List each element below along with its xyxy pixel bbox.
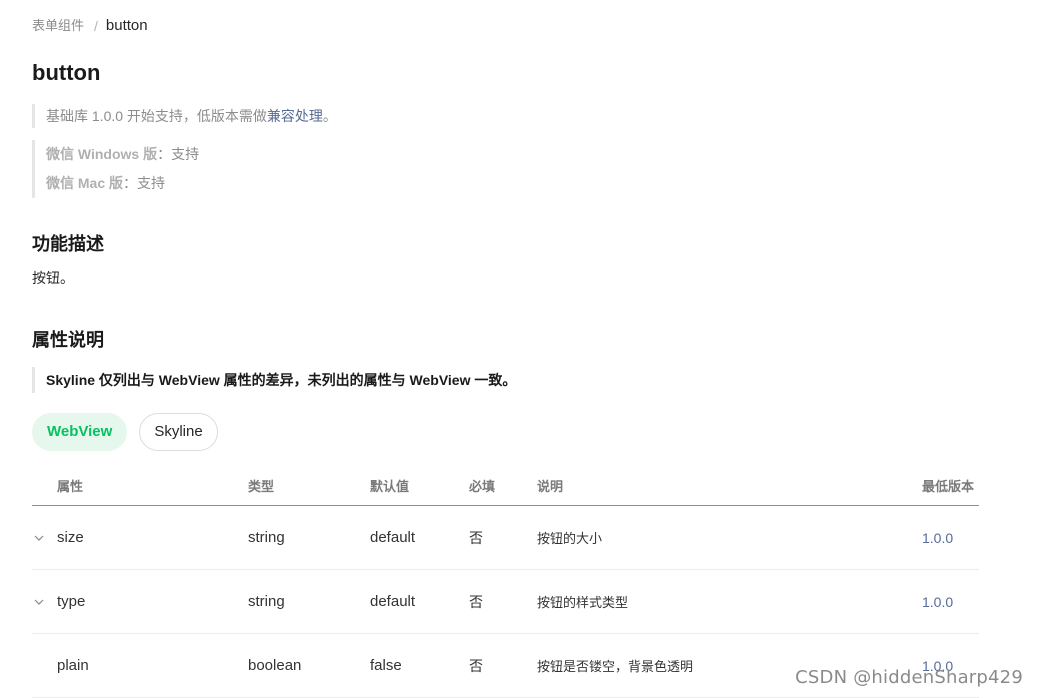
attr-default: default	[370, 593, 416, 610]
platform-support-note: 微信 Windows 版：支持 微信 Mac 版：支持	[32, 140, 199, 198]
table-row[interactable]: type string default 否 按钮的样式类型 1.0.0	[32, 570, 979, 634]
windows-support-label: 微信 Windows 版	[46, 146, 158, 162]
attr-type: string	[248, 529, 285, 546]
attr-required: 否	[469, 657, 483, 674]
breadcrumb: 表单组件 / button	[32, 16, 148, 36]
tab-webview[interactable]: WebView	[32, 413, 128, 451]
row-name-cell: plain	[32, 657, 248, 674]
row-name-cell: type	[32, 593, 248, 610]
attr-version-link[interactable]: 1.0.0	[922, 530, 979, 546]
attr-description: 按钮的大小	[537, 531, 603, 546]
attr-name: plain	[57, 657, 89, 674]
skyline-note: Skyline 仅列出与 WebView 属性的差异，未列出的属性与 WebVi…	[32, 367, 516, 393]
table-row[interactable]: size string default 否 按钮的大小 1.0.0	[32, 506, 979, 570]
table-header: 属性 类型 默认值 必填 说明 最低版本	[32, 465, 979, 506]
attr-description: 按钮的样式类型	[537, 595, 629, 610]
header-type: 类型	[248, 478, 275, 494]
header-description: 说明	[537, 478, 564, 494]
version-note: 基础库 1.0.0 开始支持，低版本需做兼容处理。	[32, 104, 337, 128]
header-default: 默认值	[370, 478, 410, 494]
breadcrumb-current: button	[105, 17, 148, 34]
description-text: 按钮。	[32, 270, 74, 286]
windows-support-value: ：支持	[157, 146, 200, 162]
header-required: 必填	[469, 478, 496, 494]
mac-support: 微信 Mac 版：支持	[46, 169, 199, 198]
attr-type: boolean	[248, 657, 302, 674]
attr-required: 否	[469, 593, 483, 610]
attr-default: default	[370, 529, 416, 546]
page-title: button	[32, 60, 101, 85]
attr-type: string	[248, 593, 285, 610]
renderer-tabs: WebView Skyline	[32, 413, 218, 451]
attr-default: false	[370, 657, 402, 674]
breadcrumb-separator: /	[94, 18, 98, 34]
row-name-cell: size	[32, 529, 248, 546]
description-heading: 功能描述	[32, 234, 104, 254]
mac-support-value: ：支持	[123, 175, 166, 191]
attr-name: type	[57, 593, 86, 610]
watermark: CSDN @hiddenSharp429	[795, 667, 1023, 688]
compatibility-link[interactable]: 兼容处理	[267, 108, 323, 124]
tab-skyline[interactable]: Skyline	[139, 413, 218, 451]
attributes-heading: 属性说明	[32, 330, 104, 350]
windows-support: 微信 Windows 版：支持	[46, 140, 199, 169]
attr-name: size	[57, 529, 84, 546]
chevron-down-icon[interactable]	[34, 597, 44, 607]
header-version: 最低版本	[922, 478, 975, 494]
attributes-table: 属性 类型 默认值 必填 说明 最低版本 size string default…	[32, 465, 979, 698]
breadcrumb-parent-link[interactable]: 表单组件	[32, 16, 84, 36]
version-note-suffix: 。	[322, 108, 337, 124]
header-name: 属性	[57, 478, 84, 494]
attr-version-link[interactable]: 1.0.0	[922, 594, 979, 610]
version-note-text: 基础库 1.0.0 开始支持，低版本需做	[46, 108, 267, 124]
attr-required: 否	[469, 529, 483, 546]
mac-support-label: 微信 Mac 版	[46, 175, 124, 191]
chevron-down-icon[interactable]	[34, 533, 44, 543]
doc-page: 表单组件 / button button 基础库 1.0.0 开始支持，低版本需…	[0, 0, 1038, 698]
